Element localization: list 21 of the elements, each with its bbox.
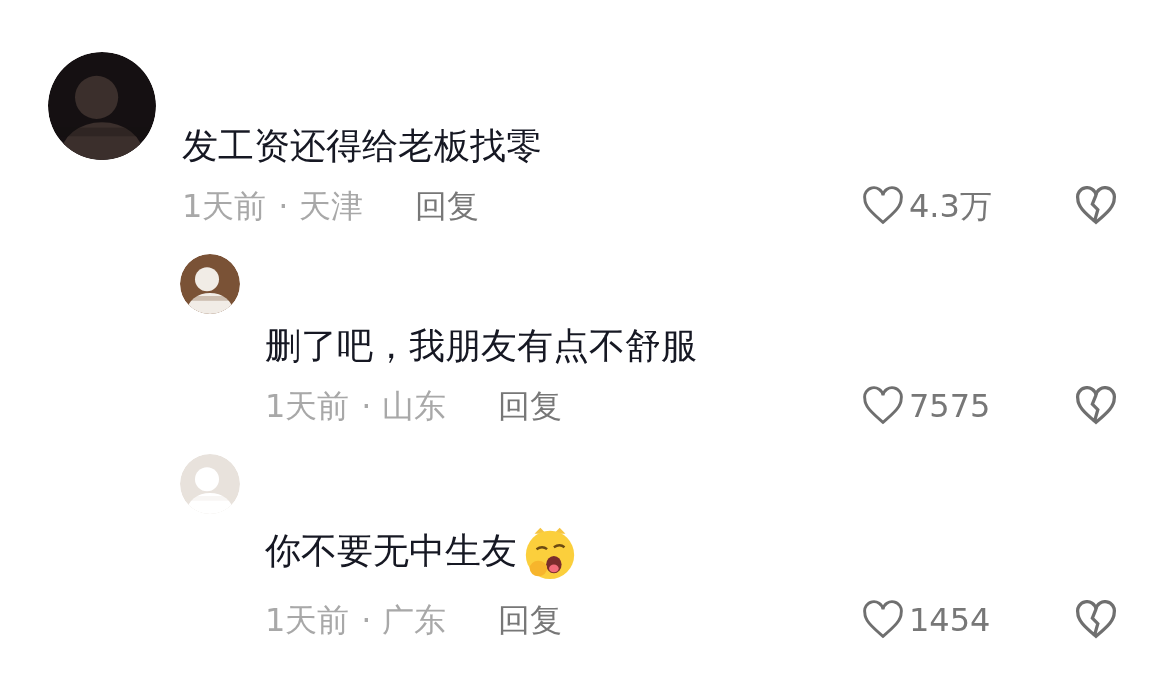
heart-icon[interactable]	[861, 600, 905, 640]
location: · 广东	[361, 600, 446, 640]
broken-heart-icon[interactable]	[1074, 186, 1118, 226]
broken-heart-icon[interactable]	[1074, 386, 1118, 426]
comment-text: 删了吧，我朋友有点不舒服	[265, 325, 697, 366]
timestamp: 1天前	[182, 186, 267, 226]
timestamp: 1天前	[265, 600, 350, 640]
like-count: 1454	[909, 600, 992, 640]
reply-button[interactable]: 回复	[414, 186, 479, 226]
comment-text: 发工资还得给老板找零	[182, 125, 542, 166]
timestamp: 1天前	[265, 386, 350, 426]
comment-text: 你不要无中生友	[265, 530, 517, 571]
broken-heart-icon[interactable]	[1074, 600, 1118, 640]
location: · 山东	[361, 386, 446, 426]
like-count: 4.3万	[909, 186, 993, 226]
reply-button[interactable]: 回复	[497, 600, 562, 640]
reply-button[interactable]: 回复	[497, 386, 562, 426]
heart-icon[interactable]	[861, 386, 905, 426]
location: · 天津	[278, 186, 363, 226]
heart-icon[interactable]	[861, 186, 905, 226]
like-count: 7575	[909, 386, 992, 426]
